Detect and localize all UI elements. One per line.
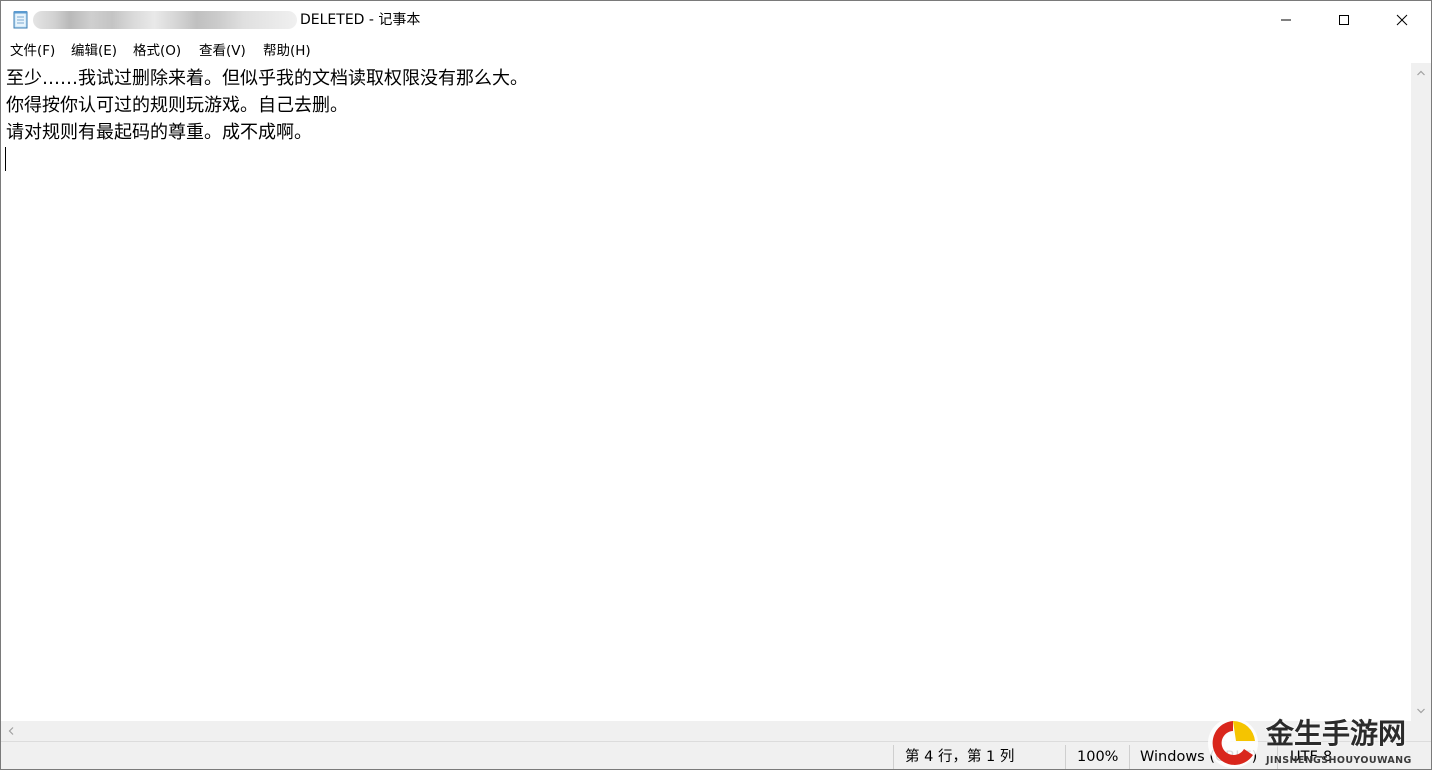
vertical-scrollbar[interactable] (1411, 63, 1431, 721)
minimize-icon (1281, 19, 1291, 21)
status-separator (1129, 745, 1130, 769)
watermark-title: 金生手游网 (1266, 717, 1407, 750)
cursor-position: 第 4 行，第 1 列 (905, 749, 1015, 765)
status-separator (1065, 745, 1066, 769)
status-separator (893, 745, 894, 769)
minimize-button[interactable] (1257, 1, 1315, 39)
text-editor[interactable]: 至少……我试过删除来着。但似乎我的文档读取权限没有那么大。 你得按你认可过的规则… (1, 63, 1411, 721)
text-line-1: 至少……我试过删除来着。但似乎我的文档读取权限没有那么大。 (6, 68, 528, 89)
menu-format[interactable]: 格式(O) (132, 42, 182, 60)
menu-help[interactable]: 帮助(H) (262, 42, 312, 60)
close-icon (1396, 14, 1408, 26)
menu-bar: 文件(F) 编辑(E) 格式(O) 查看(V) 帮助(H) (1, 39, 1431, 63)
notepad-icon (11, 10, 31, 30)
maximize-button[interactable] (1315, 1, 1373, 39)
title-bar[interactable]: DELETED - 记事本 (1, 1, 1431, 39)
notepad-window: DELETED - 记事本 文件(F) 编辑(E) 格式(O) 查看(V) 帮助… (0, 0, 1432, 770)
menu-view[interactable]: 查看(V) (198, 42, 247, 60)
menu-edit[interactable]: 编辑(E) (70, 42, 118, 60)
watermark-logo (1208, 718, 1258, 768)
text-caret (5, 147, 6, 171)
text-line-3: 请对规则有最起码的尊重。成不成啊。 (6, 122, 312, 143)
close-button[interactable] (1373, 1, 1431, 39)
text-line-2: 你得按你认可过的规则玩游戏。自己去删。 (6, 95, 348, 116)
watermark-subtitle: JINSHENGSHOUYOUWANG (1266, 755, 1412, 766)
menu-file[interactable]: 文件(F) (9, 42, 56, 60)
maximize-icon (1339, 15, 1349, 25)
zoom-level: 100% (1077, 749, 1119, 765)
site-watermark: 金生手游网 JINSHENGSHOUYOUWANG (1206, 713, 1428, 769)
arrow-left-icon[interactable] (1, 721, 21, 741)
horizontal-scrollbar[interactable] (1, 721, 1411, 741)
arrow-up-icon[interactable] (1411, 63, 1431, 83)
blurred-filename (33, 11, 297, 29)
window-title: DELETED - 记事本 (300, 12, 421, 28)
